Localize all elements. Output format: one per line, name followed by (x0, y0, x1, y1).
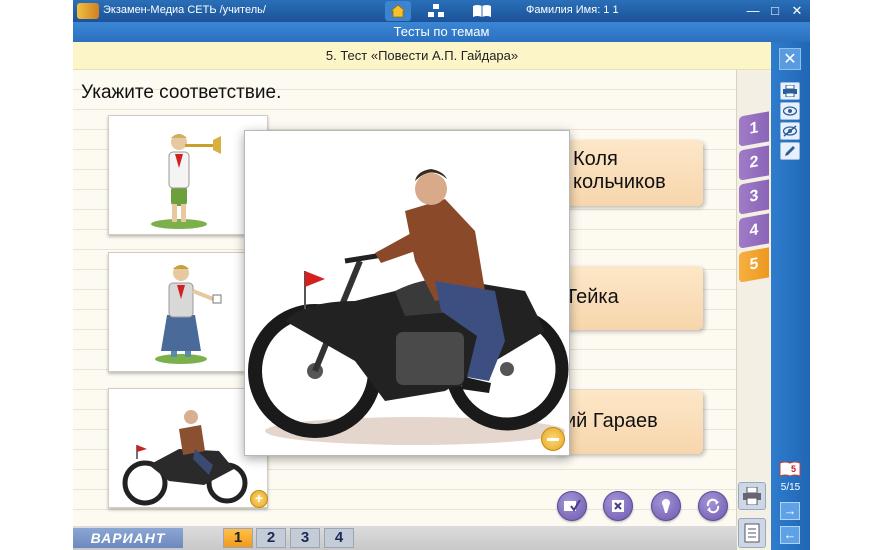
title-bar: Экзамен-Медиа СЕТЬ /учитель/ Фамилия Имя… (73, 0, 810, 22)
answer-plate-3[interactable]: ий Гараев (553, 390, 703, 454)
question-tab-5[interactable]: 5 (739, 247, 769, 283)
hint-icon[interactable] (651, 491, 681, 521)
right-tool-panel: ✕ 5 5/15 → ← (771, 42, 810, 550)
question-tab-1[interactable]: 1 (739, 111, 769, 147)
eye-icon[interactable] (780, 102, 800, 120)
question-tab-4[interactable]: 4 (739, 213, 769, 249)
app-window: Экзамен-Медиа СЕТЬ /учитель/ Фамилия Имя… (73, 0, 810, 550)
home-icon[interactable] (385, 1, 411, 21)
answer-1-line1: Коля (573, 148, 618, 170)
print-icon[interactable] (780, 82, 800, 100)
app-logo-icon (77, 3, 99, 19)
variant-label: ВАРИАНТ (73, 528, 183, 548)
check-icon[interactable] (557, 491, 587, 521)
section-title: Тесты по темам (73, 22, 810, 42)
question-prompt: Укажите соответствие. (81, 82, 282, 103)
user-name-label: Фамилия Имя: 1 1 (526, 4, 619, 16)
answer-1-line2: кольчиков (573, 171, 666, 193)
test-title: 5. Тест «Повести А.П. Гайдара» (73, 42, 771, 70)
variant-button-1[interactable]: 1 (223, 528, 253, 548)
answer-plate-1[interactable]: Коля кольчиков (553, 140, 703, 206)
eye-hidden-icon[interactable] (780, 122, 800, 140)
close-button[interactable]: ✕ (788, 2, 806, 20)
book-icon[interactable] (469, 1, 495, 21)
minimize-button[interactable]: — (744, 2, 762, 20)
variant-bar: ВАРИАНТ 1 2 3 4 (73, 526, 737, 550)
question-tabs: 1 2 3 4 5 (737, 72, 771, 548)
book-counter-icon: 5 (779, 460, 801, 478)
clear-icon[interactable] (603, 491, 633, 521)
refresh-icon[interactable] (698, 491, 728, 521)
variant-button-2[interactable]: 2 (256, 528, 286, 548)
pencil-icon[interactable] (780, 142, 800, 160)
maximize-button[interactable]: □ (766, 2, 784, 20)
answer-3-label: ий Гараев (565, 410, 658, 432)
document-icon[interactable] (738, 518, 766, 548)
answer-2-label: Тейка (565, 286, 619, 308)
question-tab-2[interactable]: 2 (739, 145, 769, 181)
svg-text:5: 5 (791, 464, 796, 474)
variant-button-3[interactable]: 3 (290, 528, 320, 548)
motorcyclist-zoomed-image (248, 169, 569, 445)
variant-button-4[interactable]: 4 (324, 528, 354, 548)
answer-plate-2[interactable]: Тейка (553, 266, 703, 330)
prev-arrow-icon[interactable]: ← (780, 526, 800, 544)
zoom-out-button[interactable] (541, 427, 565, 451)
question-tab-3[interactable]: 3 (739, 179, 769, 215)
page-counter: 5/15 (780, 482, 801, 493)
close-test-button[interactable]: ✕ (779, 48, 801, 70)
window-title: Экзамен-Медиа СЕТЬ /учитель/ (103, 4, 266, 16)
next-arrow-icon[interactable]: → (780, 502, 800, 520)
zoom-in-button[interactable]: + (250, 490, 268, 508)
structure-icon[interactable] (423, 1, 449, 21)
zoomed-image-viewer[interactable] (244, 130, 570, 456)
print-page-icon[interactable] (738, 482, 766, 510)
